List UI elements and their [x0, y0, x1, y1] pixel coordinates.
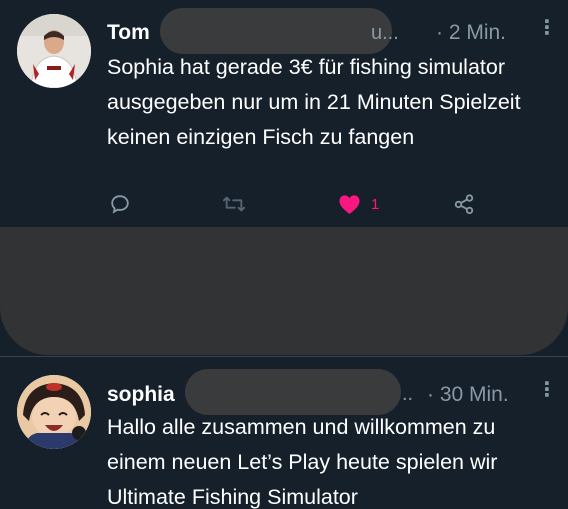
avatar[interactable] [17, 14, 91, 88]
more-options-icon[interactable]: ⋮ [537, 380, 557, 400]
tweet-text: Sophia hat gerade 3€ für fishing simulat… [107, 55, 521, 149]
timeline: Tom u... · 2 Min. ⋮ Sophia hat gerade 3€… [0, 0, 568, 509]
retweet-icon [222, 193, 246, 215]
reply-button[interactable] [109, 190, 131, 218]
redacted-handle [160, 8, 392, 54]
retweet-button[interactable] [222, 190, 246, 218]
tweet[interactable]: Tom u... · 2 Min. ⋮ Sophia hat gerade 3€… [0, 0, 568, 228]
share-icon [453, 193, 475, 215]
timestamp[interactable]: · 2 Min. [436, 21, 506, 45]
handle[interactable]: .. [402, 383, 413, 406]
tweet-text: Hallo alle zusammen und willkommen zu ei… [107, 415, 498, 509]
share-button[interactable] [453, 190, 475, 218]
divider [0, 356, 568, 357]
like-count: 1 [371, 195, 380, 213]
like-button[interactable]: 1 [338, 190, 379, 218]
author-name[interactable]: sophia [107, 383, 175, 407]
redacted-handle [185, 369, 401, 415]
tweet-actions: 1 [0, 190, 568, 220]
avatar[interactable] [17, 375, 91, 449]
author-name[interactable]: Tom [107, 21, 150, 45]
heart-icon [338, 194, 361, 215]
reply-icon [109, 193, 131, 215]
redacted-content [0, 227, 568, 355]
timestamp[interactable]: · 30 Min. [427, 383, 509, 407]
more-options-icon[interactable]: ⋮ [537, 18, 557, 38]
handle[interactable]: u... [371, 22, 399, 45]
